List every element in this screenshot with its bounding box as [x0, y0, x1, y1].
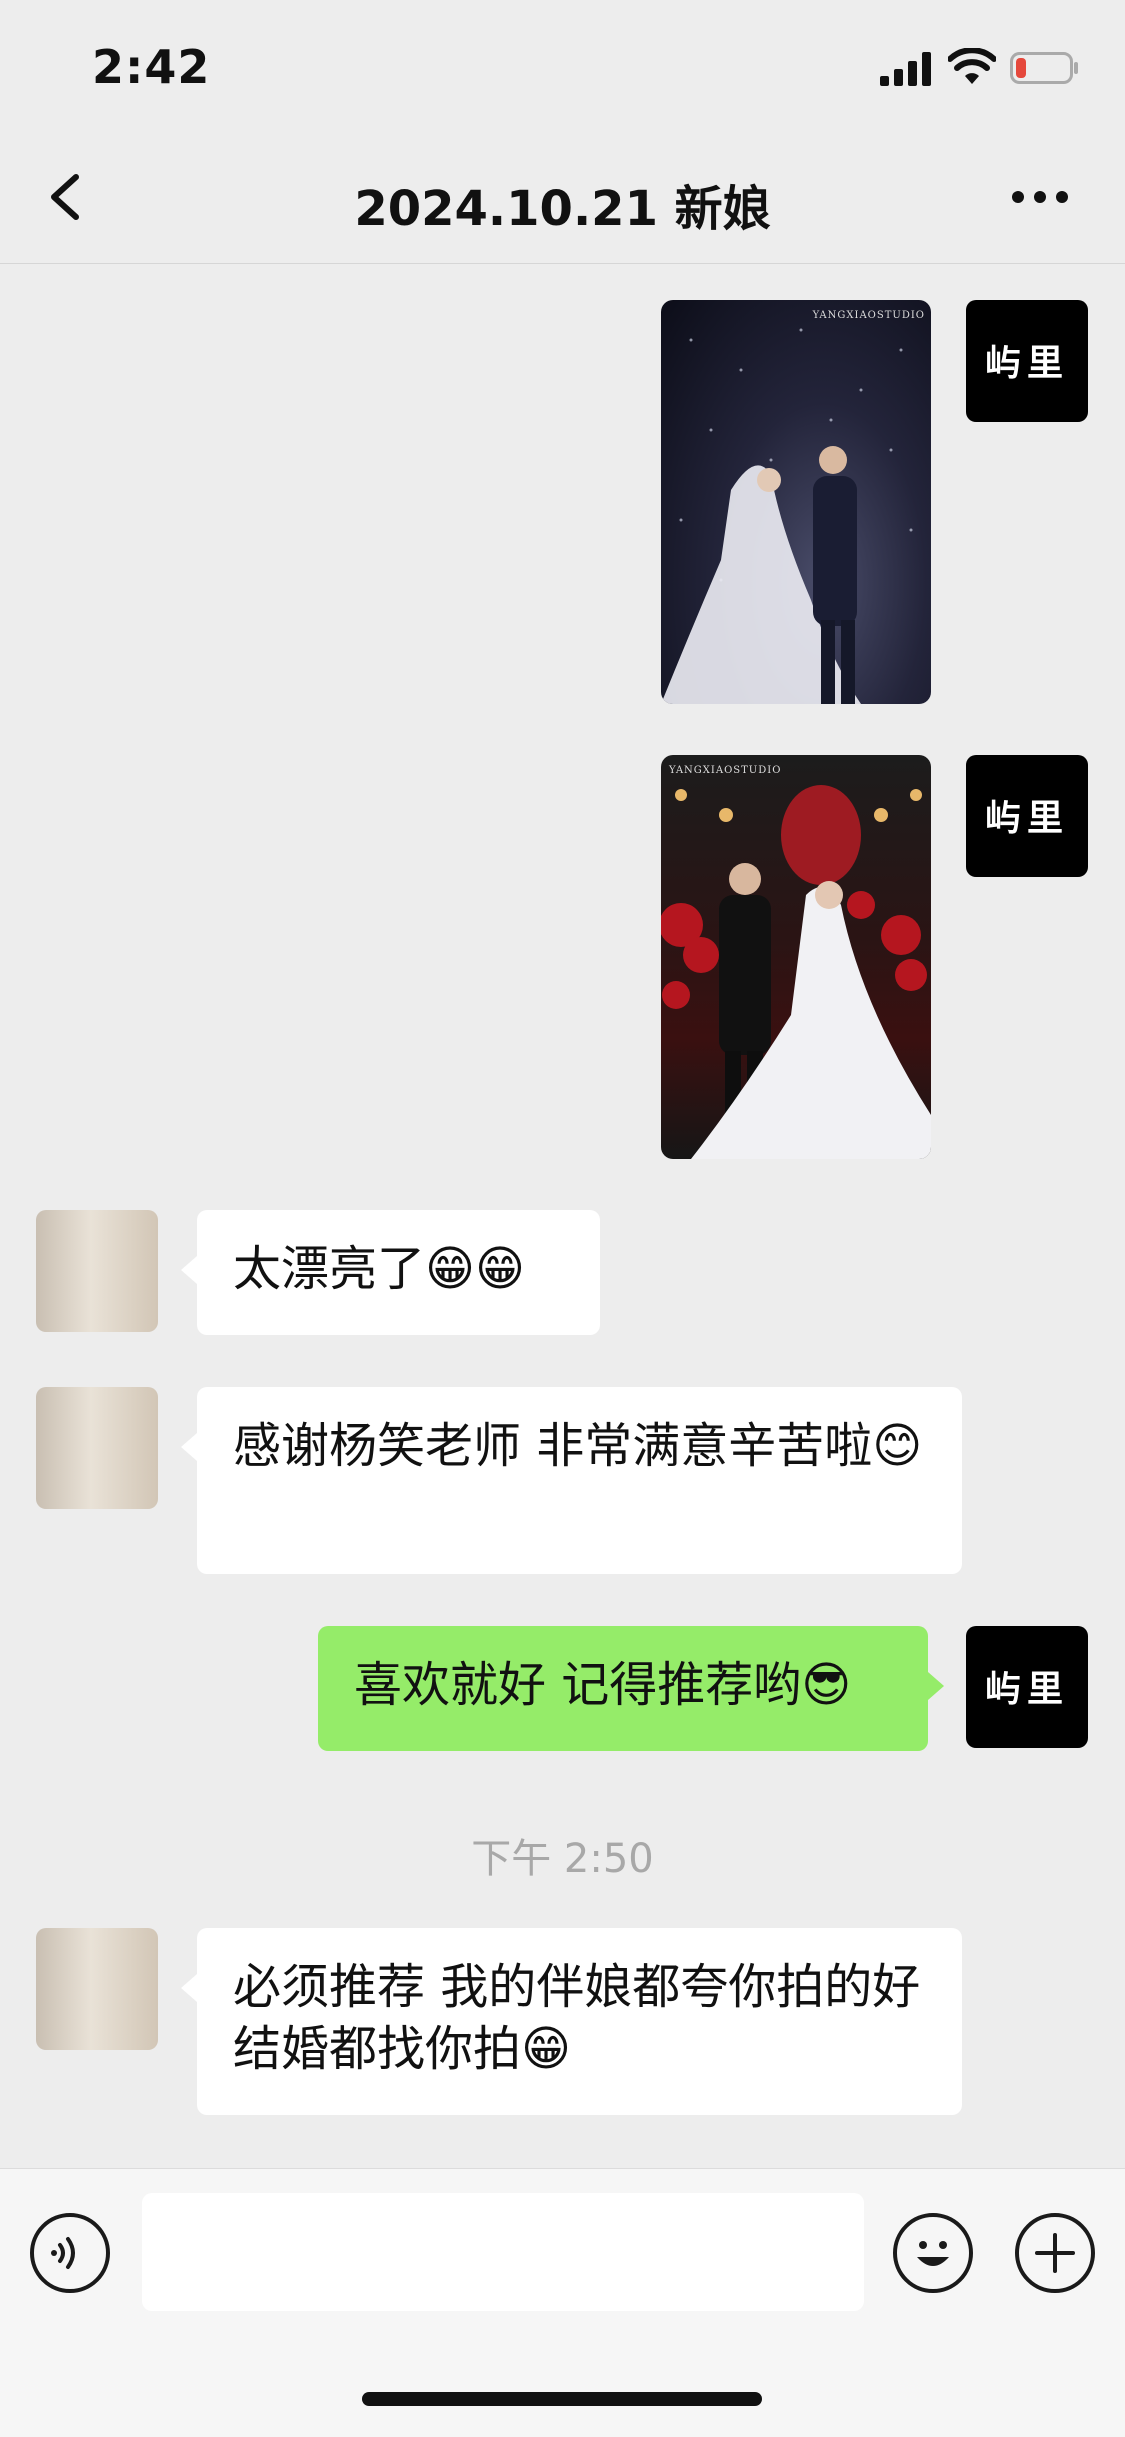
status-time: 2:42 [92, 40, 211, 94]
user-avatar[interactable] [36, 1387, 158, 1509]
studio-logo-text: 屿里 [984, 797, 1069, 839]
photo-message[interactable]: YANGXIAOSTUDIO [661, 300, 931, 704]
user-avatar[interactable] [36, 1210, 158, 1332]
plus-button[interactable] [1015, 2213, 1095, 2293]
voice-button[interactable] [30, 2213, 110, 2293]
photo-watermark: YANGXIAOSTUDIO [812, 310, 925, 321]
status-bar: 2:42 [0, 0, 1125, 135]
message-bubble[interactable]: 必须推荐 我的伴娘都夸你拍的好 结婚都找你拍😁 [181, 1928, 962, 2115]
wedding-photo-image [661, 785, 931, 1159]
message-bubble[interactable]: 感谢杨笑老师 非常满意辛苦啦😊 [181, 1387, 962, 1574]
message-input[interactable] [142, 2193, 864, 2311]
chat-title: 2024.10.21 新娘 [354, 181, 771, 237]
wifi-icon [948, 48, 996, 84]
cellular-signal-icon [880, 52, 931, 86]
home-indicator [362, 2392, 762, 2406]
studio-avatar[interactable]: 屿里 [966, 1626, 1088, 1748]
photo-message[interactable]: YANGXIAOSTUDIO [661, 755, 931, 1159]
message-timestamp: 下午 2:50 [471, 1836, 654, 1882]
emoji-icon [917, 2241, 949, 2266]
message-text: 必须推荐 我的伴娘都夸你拍的好 结婚都找你拍😁 [233, 1959, 921, 2077]
more-icon[interactable] [1010, 185, 1070, 209]
battery-low-icon [1010, 52, 1078, 84]
message-bubble[interactable]: 太漂亮了😁😁 [181, 1210, 600, 1335]
message-text: 太漂亮了😁😁 [233, 1241, 526, 1297]
emoji-button[interactable] [893, 2213, 973, 2293]
voice-icon [51, 2237, 75, 2269]
studio-avatar[interactable]: 屿里 [966, 300, 1088, 422]
studio-avatar[interactable]: 屿里 [966, 755, 1088, 877]
message-text: 喜欢就好 记得推荐哟😎 [354, 1657, 852, 1713]
message-text: 感谢杨笑老师 非常满意辛苦啦😊 [233, 1418, 923, 1474]
chat-header: 2024.10.21 新娘 [0, 135, 1125, 264]
wedding-photo-image [661, 328, 913, 704]
photo-watermark: YANGXIAOSTUDIO [669, 765, 782, 776]
plus-icon [1035, 2233, 1075, 2273]
studio-logo-text: 屿里 [984, 342, 1069, 384]
message-bubble[interactable]: 喜欢就好 记得推荐哟😎 [318, 1626, 944, 1751]
user-avatar[interactable] [36, 1928, 158, 2050]
studio-logo-text: 屿里 [984, 1668, 1069, 1710]
